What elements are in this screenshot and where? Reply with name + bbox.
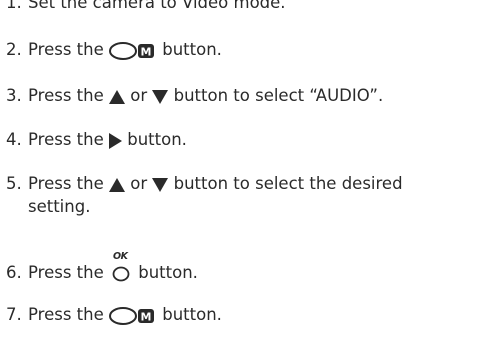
step-text-before: Press the [28, 305, 109, 324]
step-2: 2. Press the M button. [6, 40, 478, 61]
step-text-before: Press the [28, 174, 109, 193]
step-5-continuation: setting. [28, 197, 91, 216]
down-arrow-icon [152, 177, 169, 192]
step-7: 7. Press the M button. [6, 305, 478, 326]
step-number: 1. [6, 0, 22, 12]
step-text-mid: or [125, 174, 153, 193]
step-number: 4. [6, 130, 22, 149]
step-text-after: button to select the desired [168, 174, 403, 193]
step-3: 3. Press the or button to select “AUDIO”. [6, 86, 478, 106]
step-4: 4. Press the button. [6, 130, 478, 150]
ok-button-icon: OK [111, 252, 131, 282]
ok-label: OK [113, 251, 128, 262]
step-6: 6. Press the OK button. [6, 252, 478, 283]
instruction-page: 1. Set the camera to Video mode. 2. Press … [0, 0, 484, 342]
step-number: 2. [6, 40, 22, 59]
step-text-before: Press the [28, 40, 109, 59]
step-text-after: button. [122, 130, 187, 149]
menu-letter: M [141, 45, 152, 58]
down-arrow-icon [152, 89, 169, 104]
menu-button-icon: M [109, 306, 157, 326]
step-text-before: Press the [28, 263, 109, 282]
up-arrow-icon [109, 177, 125, 192]
step-1: 1. Set the camera to Video mode. [6, 0, 478, 13]
step-text-after: button to select “AUDIO”. [168, 86, 384, 105]
menu-button-icon: M [109, 41, 157, 61]
step-number: 5. [6, 174, 22, 193]
step-number: 6. [6, 263, 22, 282]
step-5: 5. Press the or button to select the desi… [6, 174, 478, 194]
step-text: Set the camera to Video mode. [28, 0, 286, 12]
step-text-after: button. [157, 40, 222, 59]
step-text-before: Press the [28, 130, 109, 149]
step-text-before: Press the [28, 86, 109, 105]
menu-letter: M [141, 310, 152, 323]
up-arrow-icon [109, 89, 125, 104]
step-number: 7. [6, 305, 22, 324]
step-text-after: button. [157, 305, 222, 324]
step-text-after: button. [133, 263, 198, 282]
step-number: 3. [6, 86, 22, 105]
step-text-mid: or [125, 86, 153, 105]
right-arrow-icon [109, 132, 122, 149]
